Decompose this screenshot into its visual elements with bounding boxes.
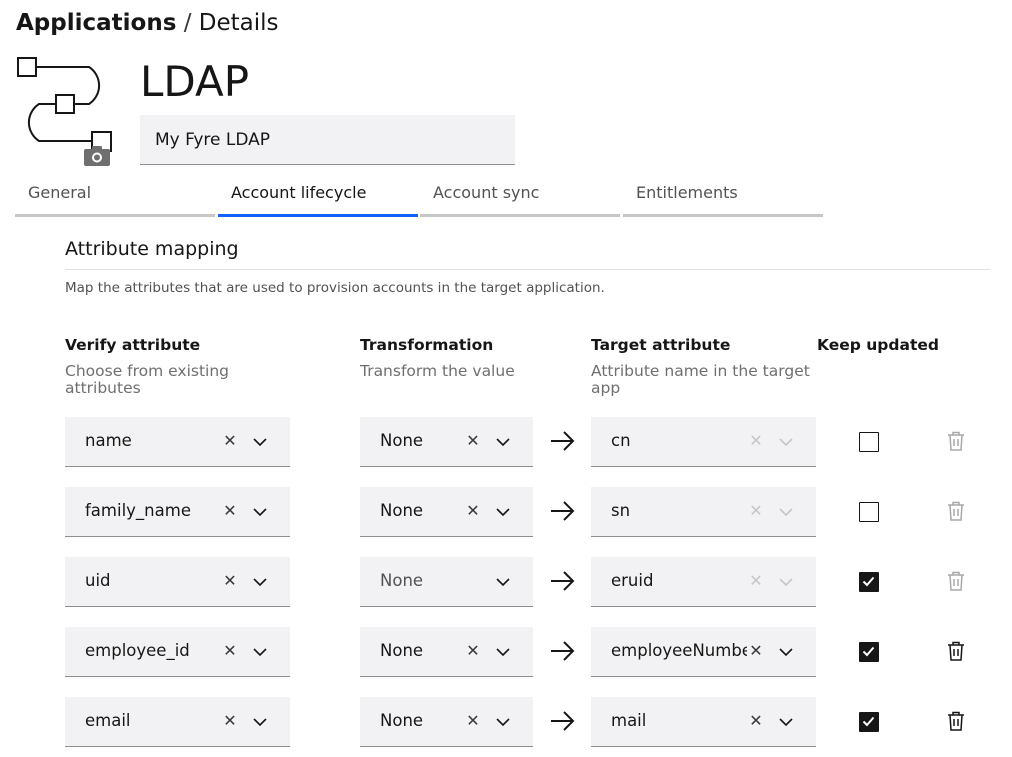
chevron-down-icon: [779, 438, 793, 447]
target-attribute-value: cn: [611, 431, 631, 450]
chevron-down-icon[interactable]: [495, 644, 511, 660]
close-icon[interactable]: ✕: [223, 711, 237, 731]
trash-icon[interactable]: [947, 641, 965, 661]
chevron-down-icon[interactable]: [495, 434, 511, 450]
chevron-down-icon[interactable]: [252, 434, 268, 450]
column-subtitle-target: Attribute name in the target app: [591, 362, 810, 397]
verify-attribute-select[interactable]: email ✕: [65, 697, 290, 747]
keep-updated-checkbox[interactable]: [859, 642, 879, 662]
verify-attribute-value: employee_id: [85, 641, 190, 660]
arrow-right-icon: [551, 711, 575, 731]
close-icon: ✕: [749, 571, 763, 590]
close-icon[interactable]: ✕: [223, 501, 237, 521]
chevron-down-icon[interactable]: [778, 644, 794, 660]
close-icon[interactable]: ✕: [466, 711, 480, 731]
section-title: Attribute mapping: [65, 238, 239, 260]
column-subtitle-transformation: Transform the value: [360, 362, 515, 380]
target-attribute-value: sn: [611, 501, 631, 520]
chevron-down-icon[interactable]: [495, 574, 511, 590]
checkmark-icon: [862, 716, 875, 727]
transformation-select[interactable]: None ✕: [360, 627, 533, 677]
transformation-select[interactable]: None ✕: [360, 417, 533, 467]
app-logo: [14, 54, 118, 168]
transformation-value: None: [380, 501, 424, 520]
trash-icon: [948, 571, 964, 591]
chevron-down-icon[interactable]: [778, 714, 794, 730]
keep-updated-checkbox[interactable]: [859, 572, 879, 592]
close-icon[interactable]: ✕: [749, 641, 763, 661]
verify-attribute-select[interactable]: employee_id ✕: [65, 627, 290, 677]
arrow-right-icon: [551, 571, 575, 591]
chevron-down-icon[interactable]: [495, 714, 511, 730]
tab-account-lifecycle[interactable]: Account lifecycle: [218, 175, 418, 217]
arrow-right-icon: [551, 501, 575, 521]
chevron-down-icon[interactable]: [252, 644, 268, 660]
column-subtitle-verify: Choose from existing attributes: [65, 362, 230, 397]
close-icon[interactable]: ✕: [466, 501, 480, 521]
checkmark-icon: [862, 646, 875, 657]
arrow-right-icon: [551, 431, 575, 451]
breadcrumb-applications-link[interactable]: Applications: [16, 10, 176, 36]
target-attribute-value: employeeNumber: [611, 641, 747, 660]
keep-updated-checkbox[interactable]: [859, 502, 879, 522]
checkmark-icon: [862, 576, 875, 587]
verify-attribute-value: uid: [85, 571, 111, 590]
transformation-value: None: [380, 641, 424, 660]
close-icon[interactable]: ✕: [223, 431, 237, 451]
keep-updated-checkbox[interactable]: [859, 712, 879, 732]
section-description: Map the attributes that are used to prov…: [65, 280, 605, 296]
verify-attribute-value: name: [85, 431, 132, 450]
target-attribute-value: mail: [611, 711, 647, 730]
transformation-select[interactable]: None ✕: [360, 487, 533, 537]
verify-attribute-select[interactable]: uid ✕: [65, 557, 290, 607]
chevron-down-icon[interactable]: [252, 714, 268, 730]
arrow-right-icon: [551, 641, 575, 661]
transformation-select[interactable]: None ✕: [360, 697, 533, 747]
close-icon[interactable]: ✕: [466, 431, 480, 451]
transformation-select[interactable]: None: [360, 557, 533, 607]
column-header-transformation: Transformation: [360, 336, 494, 354]
tab-entitlements[interactable]: Entitlements: [623, 175, 823, 217]
target-attribute-select[interactable]: mail ✕: [591, 697, 816, 747]
chevron-down-icon: [779, 508, 793, 517]
transformation-value: None: [380, 571, 424, 590]
section-divider: [65, 269, 990, 270]
chevron-down-icon[interactable]: [495, 504, 511, 520]
close-icon: ✕: [749, 431, 763, 450]
close-icon: ✕: [749, 501, 763, 520]
close-icon[interactable]: ✕: [223, 571, 237, 591]
verify-attribute-value: email: [85, 711, 131, 730]
trash-icon: [948, 501, 964, 521]
transformation-value: None: [380, 711, 424, 730]
close-icon[interactable]: ✕: [749, 711, 763, 731]
breadcrumb-separator: /: [183, 10, 192, 36]
column-header-verify: Verify attribute: [65, 336, 201, 354]
trash-icon[interactable]: [947, 711, 965, 731]
chevron-down-icon[interactable]: [252, 504, 268, 520]
verify-attribute-select[interactable]: family_name ✕: [65, 487, 290, 537]
verify-attribute-select[interactable]: name ✕: [65, 417, 290, 467]
close-icon[interactable]: ✕: [223, 641, 237, 661]
verify-attribute-value: family_name: [85, 501, 191, 520]
transformation-value: None: [380, 431, 424, 450]
column-header-keep-updated: Keep updated: [817, 336, 939, 354]
trash-icon: [948, 431, 964, 451]
tab-account-sync[interactable]: Account sync: [420, 175, 620, 217]
chevron-down-icon: [779, 578, 793, 587]
app-name-input[interactable]: [140, 115, 515, 165]
column-header-target: Target attribute: [591, 336, 731, 354]
keep-updated-checkbox[interactable]: [859, 432, 879, 452]
camera-icon[interactable]: [84, 146, 110, 166]
breadcrumb-current: Details: [198, 10, 279, 36]
close-icon[interactable]: ✕: [466, 641, 480, 661]
target-attribute-select: eruid ✕: [591, 557, 816, 607]
target-attribute-select: sn ✕: [591, 487, 816, 537]
target-attribute-select[interactable]: employeeNumber ✕: [591, 627, 816, 677]
chevron-down-icon[interactable]: [252, 574, 268, 590]
target-attribute-select: cn ✕: [591, 417, 816, 467]
breadcrumb: Applications / Details: [16, 8, 279, 38]
tab-general[interactable]: General: [15, 175, 215, 217]
app-title: LDAP: [140, 57, 250, 106]
target-attribute-value: eruid: [611, 571, 654, 590]
